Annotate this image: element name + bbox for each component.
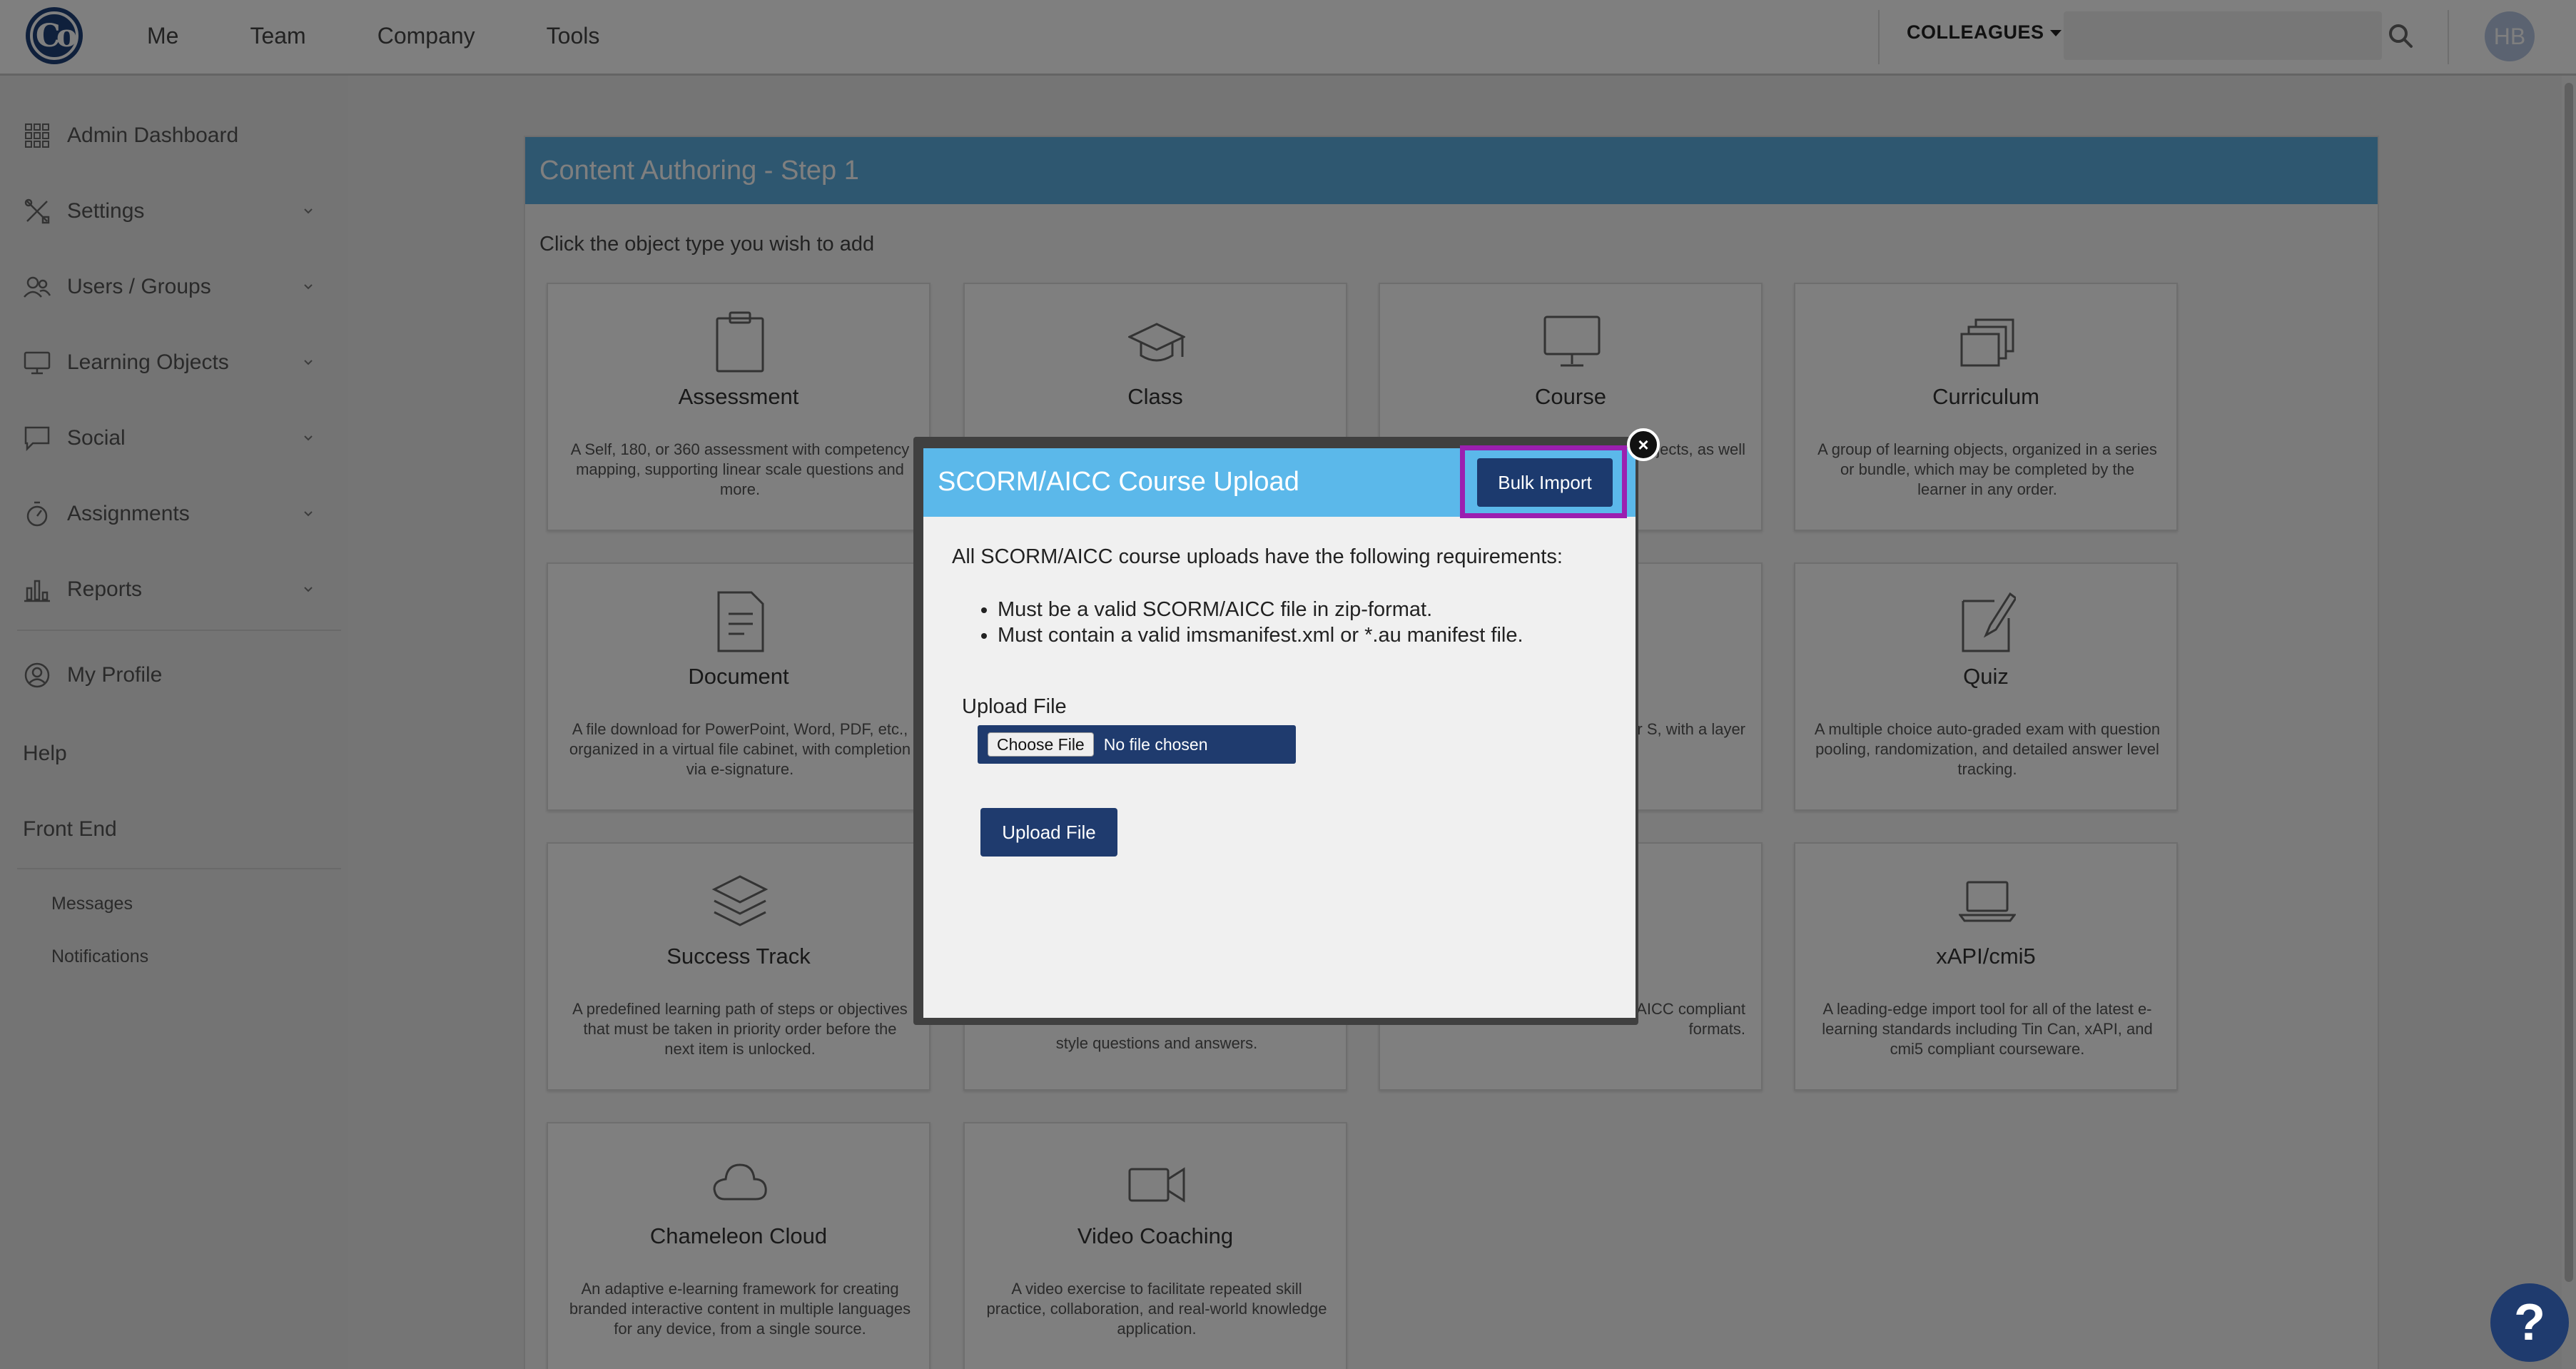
file-input[interactable]: Choose File No file chosen (978, 725, 1296, 764)
help-icon[interactable]: ? (2490, 1283, 2569, 1362)
upload-file-button[interactable]: Upload File (980, 808, 1117, 857)
requirements-intro: All SCORM/AICC course uploads have the f… (952, 545, 1563, 568)
upload-file-label: Upload File (962, 695, 1067, 718)
scorm-upload-modal: SCORM/AICC Course Upload Bulk Import All… (923, 445, 1636, 1018)
modal-header: SCORM/AICC Course Upload Bulk Import (923, 445, 1636, 518)
requirements-list: Must be a valid SCORM/AICC file in zip-f… (980, 597, 1523, 648)
requirement-item: Must be a valid SCORM/AICC file in zip-f… (998, 597, 1523, 622)
choose-file-button[interactable]: Choose File (988, 732, 1094, 757)
modal-title: SCORM/AICC Course Upload (938, 467, 1299, 497)
requirement-item: Must contain a valid imsmanifest.xml or … (998, 622, 1523, 648)
close-icon[interactable]: × (1627, 428, 1660, 461)
bulk-import-button[interactable]: Bulk Import (1477, 458, 1613, 507)
no-file-text: No file chosen (1103, 734, 1208, 754)
